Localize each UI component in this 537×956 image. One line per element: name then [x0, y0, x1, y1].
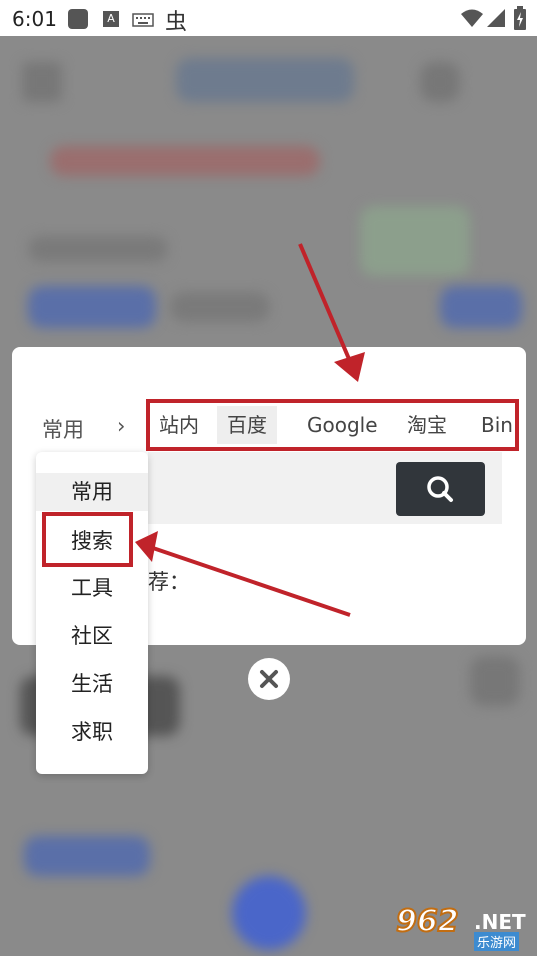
arrow-to-search	[149, 545, 351, 617]
watermark-subtitle: 乐游网	[474, 932, 520, 951]
watermark-net: .NET	[474, 910, 526, 934]
arrow-head-search	[135, 531, 158, 562]
annotation-arrows	[135, 243, 365, 617]
arrow-to-tabs	[298, 243, 354, 367]
watermark-logo: 962 .NET 乐游网	[395, 903, 532, 952]
watermark-number: 962	[395, 903, 460, 940]
